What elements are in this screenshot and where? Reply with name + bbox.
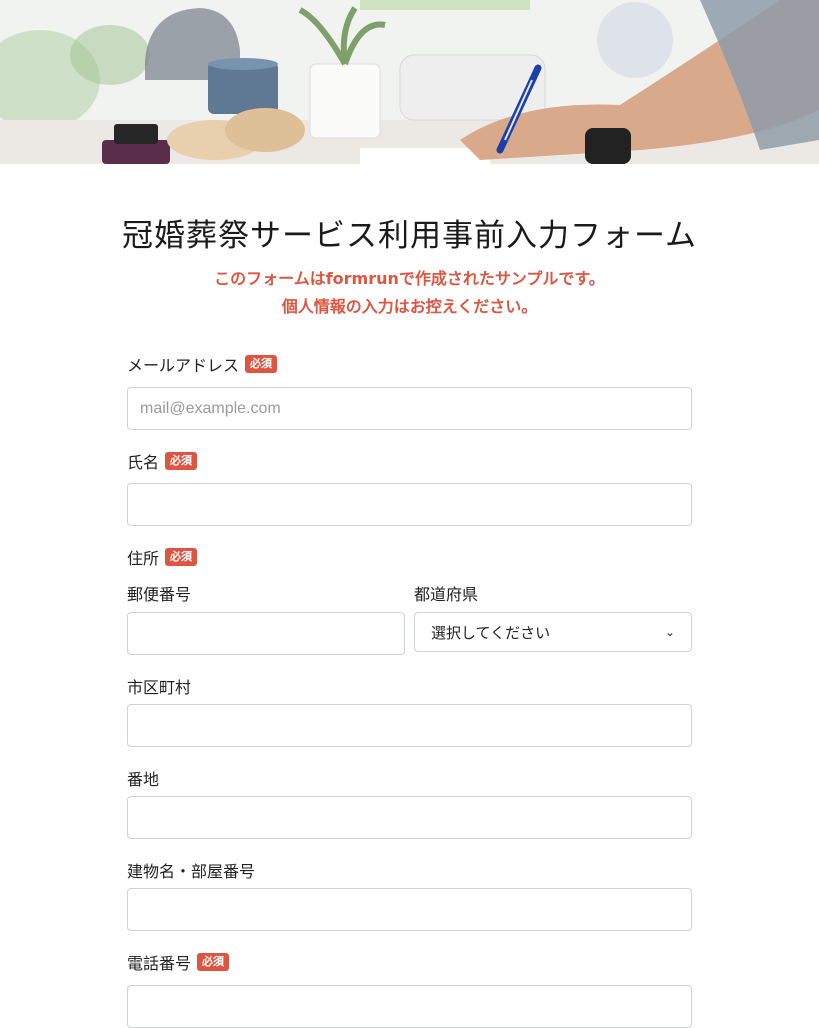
building-input[interactable] <box>127 888 692 931</box>
sample-notice: このフォームはformrunで作成されたサンプルです。 <box>214 269 605 288</box>
street-input[interactable] <box>127 796 692 839</box>
prefecture-label: 都道府県 <box>414 581 478 605</box>
prefecture-selected-value: 選択してください <box>431 623 551 642</box>
prefecture-select[interactable]: 選択してください ⌄ <box>414 612 692 652</box>
name-label: 氏名 必須 <box>127 449 198 473</box>
email-label-text: メールアドレス <box>127 356 240 375</box>
phone-input[interactable] <box>127 985 692 1028</box>
postal-code-label-text: 郵便番号 <box>127 585 192 604</box>
name-input[interactable] <box>127 483 692 526</box>
phone-label: 電話番号 必須 <box>127 950 230 974</box>
city-label-text: 市区町村 <box>127 678 192 697</box>
required-badge: 必須 <box>245 355 278 373</box>
postal-code-input[interactable] <box>127 612 405 655</box>
city-label: 市区町村 <box>127 674 191 698</box>
street-label: 番地 <box>127 766 159 790</box>
phone-label-text: 電話番号 <box>127 954 192 973</box>
required-badge: 必須 <box>197 953 230 971</box>
address-label-text: 住所 <box>127 549 160 568</box>
name-label-text: 氏名 <box>127 453 160 472</box>
form-title: 冠婚葬祭サービス利用事前入力フォーム <box>121 218 698 254</box>
address-label: 住所 必須 <box>127 545 198 569</box>
hero-image <box>0 0 819 164</box>
email-label: メールアドレス 必須 <box>127 352 278 376</box>
prefecture-label-text: 都道府県 <box>414 585 479 604</box>
building-label-text: 建物名・部屋番号 <box>127 862 256 881</box>
required-badge: 必須 <box>165 548 198 566</box>
city-input[interactable] <box>127 704 692 747</box>
building-label: 建物名・部屋番号 <box>127 858 255 882</box>
desk-photo-illustration <box>0 0 819 164</box>
chevron-down-icon: ⌄ <box>664 625 675 639</box>
privacy-notice: 個人情報の入力はお控えください。 <box>281 297 538 316</box>
email-input[interactable] <box>127 387 692 430</box>
street-label-text: 番地 <box>127 770 160 789</box>
required-badge: 必須 <box>165 452 198 470</box>
postal-code-label: 郵便番号 <box>127 581 191 605</box>
